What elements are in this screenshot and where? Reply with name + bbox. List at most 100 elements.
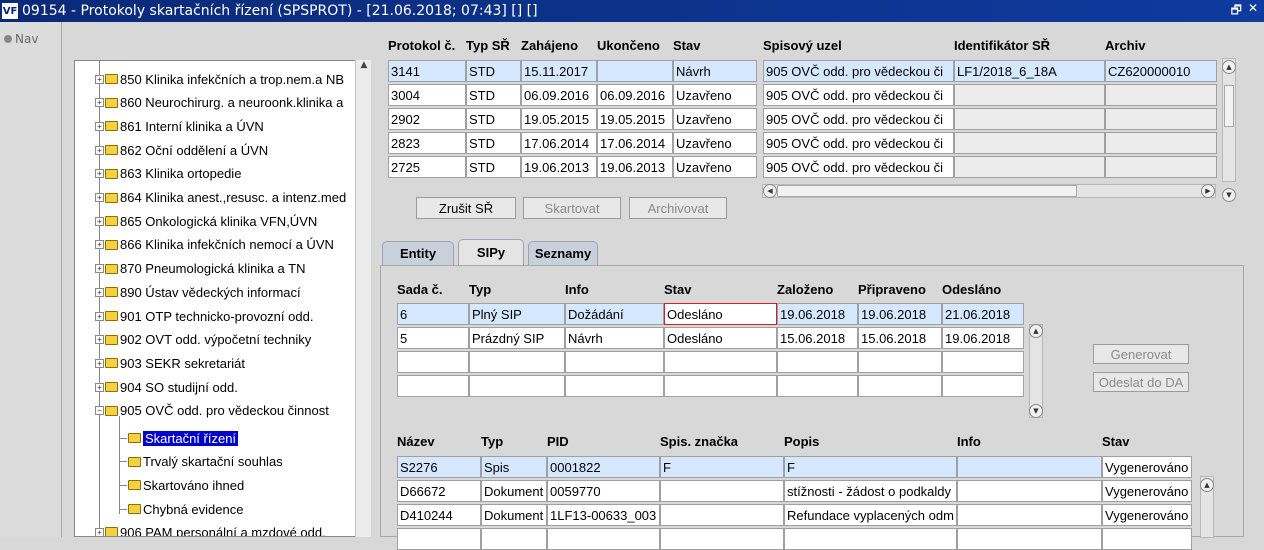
- table-cell[interactable]: 19.05.2015: [521, 108, 597, 130]
- table-cell[interactable]: Odesláno: [664, 303, 777, 325]
- empty-cell[interactable]: [1102, 528, 1192, 550]
- table-cell[interactable]: 15.11.2017: [521, 60, 597, 82]
- scroll-left-icon[interactable]: ◀: [763, 184, 777, 198]
- archive-button[interactable]: Archivovat: [629, 197, 727, 219]
- empty-cell[interactable]: [784, 528, 957, 550]
- send-to-da-button[interactable]: Odeslat do DA: [1093, 372, 1189, 392]
- table-cell[interactable]: STD: [466, 156, 521, 178]
- expander-icon[interactable]: +: [95, 264, 104, 274]
- empty-cell[interactable]: [481, 528, 547, 550]
- table-cell[interactable]: stížnosti - žádost o podkaldy: [784, 480, 957, 502]
- table-cell[interactable]: 17.06.2014: [597, 132, 673, 154]
- expander-icon[interactable]: +: [95, 193, 104, 202]
- table-cell[interactable]: D66672: [397, 480, 481, 502]
- tree-node[interactable]: +864 Klinika anest.,resusc. a intenz.med: [95, 187, 346, 209]
- empty-cell[interactable]: [942, 375, 1024, 397]
- empty-cell[interactable]: [858, 375, 942, 397]
- table-cell[interactable]: [957, 456, 1102, 478]
- empty-cell[interactable]: [469, 351, 565, 373]
- table-cell[interactable]: Dokument: [481, 504, 547, 526]
- table-cell[interactable]: [597, 60, 673, 82]
- empty-cell[interactable]: [664, 375, 777, 397]
- table-cell[interactable]: 15.06.2018: [777, 327, 858, 349]
- table-cell[interactable]: Uzavřeno: [673, 132, 757, 154]
- tree-node[interactable]: +906 PAM personální a mzdové odd.: [95, 521, 326, 536]
- table-cell[interactable]: 17.06.2014: [521, 132, 597, 154]
- table-cell[interactable]: 21.06.2018: [942, 303, 1024, 325]
- nav-tab[interactable]: Nav: [4, 32, 38, 46]
- scroll-right-icon[interactable]: ▶: [1201, 184, 1215, 198]
- expander-icon[interactable]: +: [95, 74, 104, 84]
- table-cell[interactable]: 5: [397, 327, 469, 349]
- table-cell[interactable]: 3141: [388, 60, 466, 82]
- table-cell[interactable]: 905 OVČ odd. pro vědeckou či: [763, 132, 954, 154]
- empty-cell[interactable]: [565, 351, 664, 373]
- scroll-down-icon[interactable]: ▼: [1029, 404, 1043, 418]
- table-cell[interactable]: STD: [466, 108, 521, 130]
- protocol-vscroll[interactable]: [1222, 58, 1236, 182]
- table-cell[interactable]: 19.06.2018: [777, 303, 858, 325]
- empty-cell[interactable]: [664, 351, 777, 373]
- table-cell[interactable]: [954, 156, 1105, 178]
- table-cell[interactable]: [954, 108, 1105, 130]
- table-cell[interactable]: 06.09.2016: [597, 84, 673, 106]
- empty-cell[interactable]: [942, 351, 1024, 373]
- table-cell[interactable]: Uzavřeno: [673, 108, 757, 130]
- empty-cell[interactable]: [469, 375, 565, 397]
- table-cell[interactable]: CZ620000010: [1105, 60, 1217, 82]
- table-cell[interactable]: 15.06.2018: [858, 327, 942, 349]
- table-cell[interactable]: 19.06.2013: [521, 156, 597, 178]
- table-cell[interactable]: [1105, 132, 1217, 154]
- protocol-vscroll-thumb[interactable]: [1224, 85, 1234, 127]
- tree-child-node[interactable]: Trvalý skartační souhlas: [119, 451, 283, 473]
- table-cell[interactable]: 3004: [388, 84, 466, 106]
- tree-node[interactable]: +890 Ústav vědeckých informací: [95, 281, 301, 303]
- table-cell[interactable]: [957, 504, 1102, 526]
- expander-icon[interactable]: +: [95, 287, 104, 297]
- tab-entity[interactable]: Entity: [382, 241, 454, 265]
- table-cell[interactable]: [954, 132, 1105, 154]
- table-cell[interactable]: [954, 84, 1105, 106]
- table-cell[interactable]: [660, 504, 784, 526]
- empty-cell[interactable]: [547, 528, 660, 550]
- table-cell[interactable]: [660, 480, 784, 502]
- tree-node[interactable]: +903 SEKR sekretariát: [95, 352, 245, 374]
- table-cell[interactable]: [1105, 108, 1217, 130]
- tree-node[interactable]: +863 Klinika ortopedie: [95, 163, 241, 185]
- scroll-up-icon[interactable]: ▲: [356, 60, 372, 76]
- protocol-hscroll-thumb[interactable]: [777, 185, 1077, 197]
- table-cell[interactable]: 19.06.2013: [597, 156, 673, 178]
- expander-icon[interactable]: +: [95, 358, 104, 368]
- table-cell[interactable]: STD: [466, 60, 521, 82]
- tree-node[interactable]: +901 OTP technicko-provozní odd.: [95, 305, 313, 327]
- table-cell[interactable]: 19.06.2018: [942, 327, 1024, 349]
- table-cell[interactable]: Plný SIP: [469, 303, 565, 325]
- expander-icon[interactable]: +: [95, 98, 104, 108]
- tree-node[interactable]: +850 Klinika infekčních a trop.nem.a NB: [95, 68, 344, 90]
- expander-icon[interactable]: +: [95, 169, 104, 179]
- tree-node[interactable]: +861 Interní klinika a ÚVN: [95, 115, 264, 137]
- shred-button[interactable]: Skartovat: [523, 197, 621, 219]
- empty-cell[interactable]: [777, 351, 858, 373]
- table-cell[interactable]: Uzavřeno: [673, 156, 757, 178]
- table-cell[interactable]: [1105, 84, 1217, 106]
- expander-icon[interactable]: +: [95, 240, 104, 250]
- tree-scrollbar[interactable]: ▲: [355, 60, 371, 537]
- tree-child-node[interactable]: Skartační řízení: [119, 427, 239, 449]
- table-cell[interactable]: Spis: [481, 456, 547, 478]
- table-cell[interactable]: Návrh: [565, 327, 664, 349]
- scroll-up-icon[interactable]: ▲: [1222, 60, 1236, 74]
- table-cell[interactable]: 2823: [388, 132, 466, 154]
- tab-seznamy[interactable]: Seznamy: [528, 241, 598, 265]
- empty-cell[interactable]: [397, 528, 481, 550]
- table-cell[interactable]: Prázdný SIP: [469, 327, 565, 349]
- table-cell[interactable]: 0059770: [547, 480, 660, 502]
- expander-icon[interactable]: +: [95, 311, 104, 321]
- empty-cell[interactable]: [660, 528, 784, 550]
- table-cell[interactable]: 2725: [388, 156, 466, 178]
- tree-node[interactable]: − 905 OVČ odd. pro vědeckou činnost: [95, 400, 329, 422]
- table-cell[interactable]: Dokument: [481, 480, 547, 502]
- expander-icon[interactable]: +: [95, 216, 104, 226]
- scroll-up-icon[interactable]: ▲: [1029, 324, 1043, 338]
- empty-cell[interactable]: [858, 351, 942, 373]
